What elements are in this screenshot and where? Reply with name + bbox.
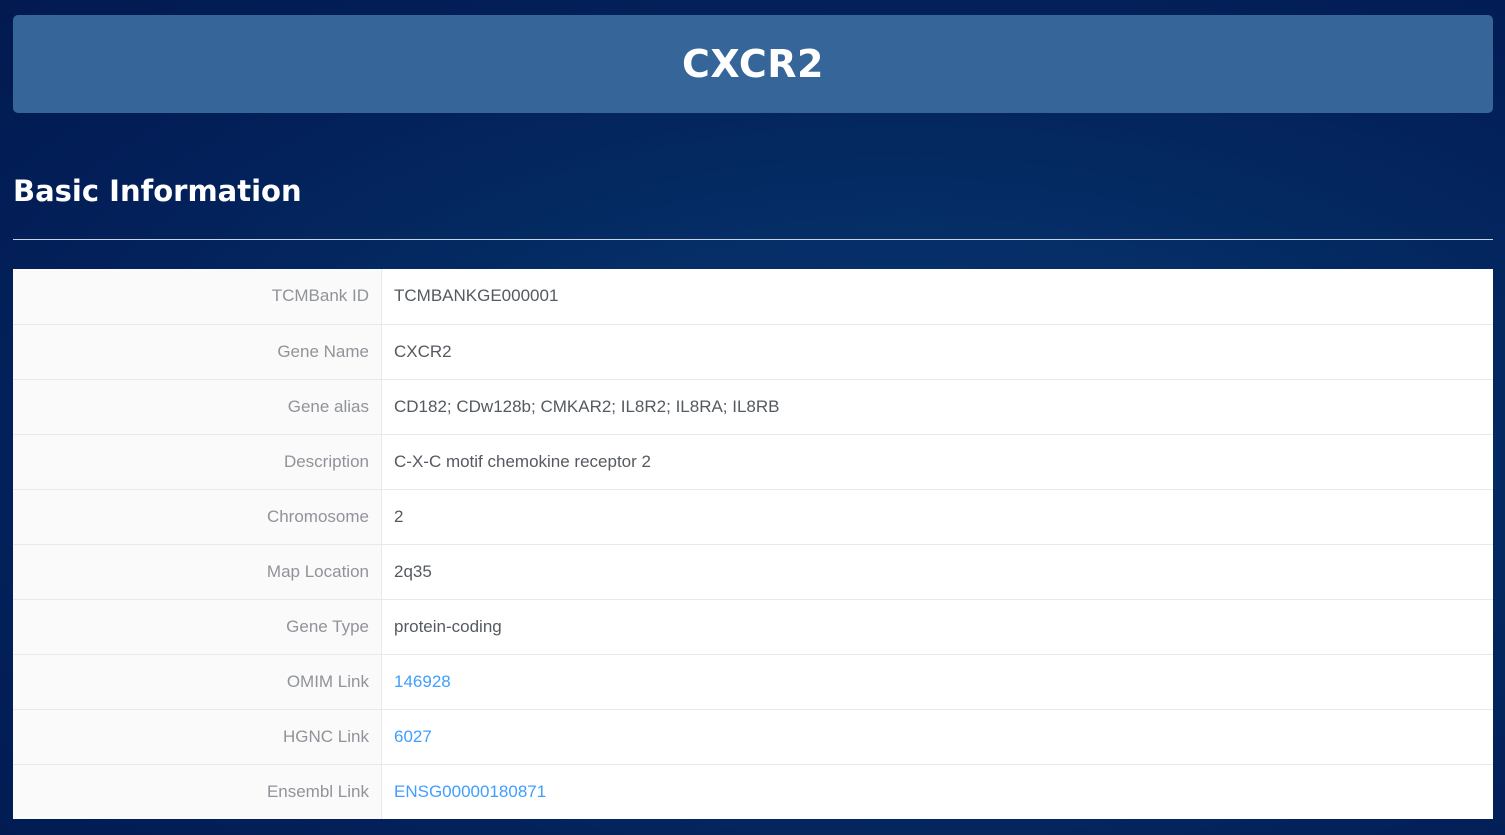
table-row-description: Description C-X-C motif chemokine recept… <box>13 434 1493 490</box>
row-value-description: C-X-C motif chemokine receptor 2 <box>381 434 1493 490</box>
row-label: Ensembl Link <box>13 764 382 819</box>
table-row-hgnc-link: HGNC Link 6027 <box>13 709 1493 765</box>
table-row-gene-name: Gene Name CXCR2 <box>13 324 1493 380</box>
row-label: Gene Name <box>13 324 382 380</box>
section-heading-basic-information: Basic Information <box>13 174 302 208</box>
row-label: Gene Type <box>13 599 382 655</box>
table-row-gene-type: Gene Type protein-coding <box>13 599 1493 655</box>
omim-link[interactable]: 146928 <box>394 672 451 691</box>
page-title: CXCR2 <box>682 42 824 86</box>
row-value-gene-name: CXCR2 <box>381 324 1493 380</box>
row-label: Description <box>13 434 382 490</box>
row-label: TCMBank ID <box>13 269 382 325</box>
page-container: CXCR2 Basic Information TCMBank ID TCMBA… <box>13 15 1493 819</box>
table-row-chromosome: Chromosome 2 <box>13 489 1493 545</box>
row-value-chromosome: 2 <box>381 489 1493 545</box>
table-row-omim-link: OMIM Link 146928 <box>13 654 1493 710</box>
table-row-map-location: Map Location 2q35 <box>13 544 1493 600</box>
title-banner: CXCR2 <box>13 15 1493 113</box>
ensembl-link[interactable]: ENSG00000180871 <box>394 782 546 801</box>
row-value-gene-alias: CD182; CDw128b; CMKAR2; IL8R2; IL8RA; IL… <box>381 379 1493 435</box>
table-row-gene-alias: Gene alias CD182; CDw128b; CMKAR2; IL8R2… <box>13 379 1493 435</box>
row-label: OMIM Link <box>13 654 382 710</box>
hgnc-link[interactable]: 6027 <box>394 727 432 746</box>
table-row-tcmbank-id: TCMBank ID TCMBANKGE000001 <box>13 269 1493 325</box>
row-value-ensembl-link: ENSG00000180871 <box>382 764 1494 819</box>
row-value-tcmbank-id: TCMBANKGE000001 <box>381 269 1493 325</box>
row-value-map-location: 2q35 <box>381 544 1493 600</box>
row-label: Chromosome <box>13 489 382 545</box>
row-value-omim-link: 146928 <box>381 654 1493 710</box>
section-divider <box>13 239 1493 240</box>
row-value-hgnc-link: 6027 <box>381 709 1493 765</box>
row-label: HGNC Link <box>13 709 382 765</box>
basic-info-table: TCMBank ID TCMBANKGE000001 Gene Name CXC… <box>13 269 1493 819</box>
row-label: Gene alias <box>13 379 382 435</box>
table-row-ensembl-link: Ensembl Link ENSG00000180871 <box>13 764 1493 819</box>
row-label: Map Location <box>13 544 382 600</box>
row-value-gene-type: protein-coding <box>381 599 1493 655</box>
